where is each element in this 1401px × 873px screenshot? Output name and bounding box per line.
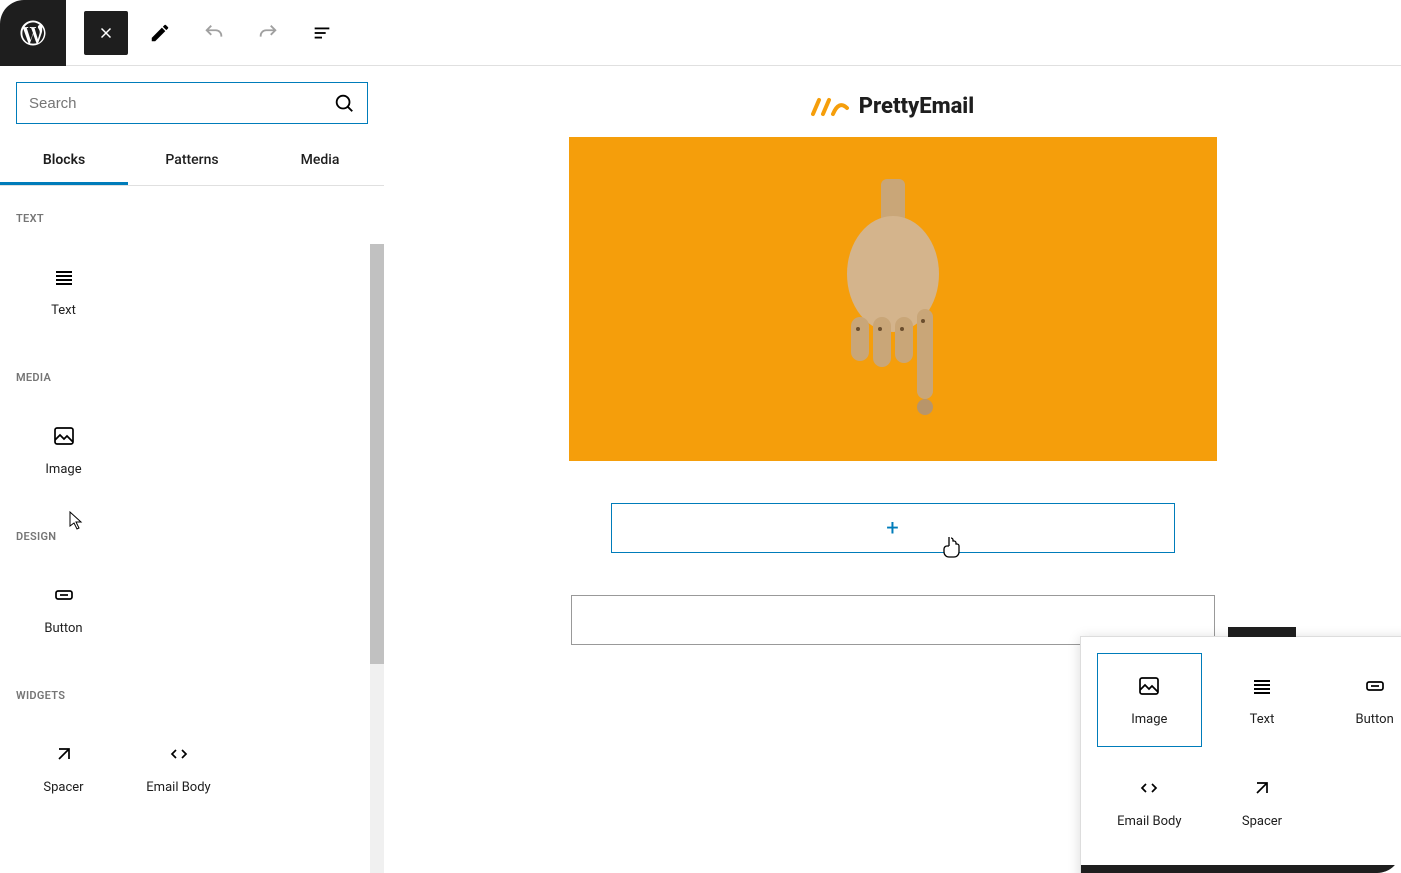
block-inserter-panel: Blocks Patterns Media TEXT Text MEDIA Im… [0, 66, 384, 873]
sidebar-scrollbar[interactable] [370, 244, 384, 873]
quick-block-label: Button [1356, 712, 1394, 727]
wordpress-logo[interactable] [0, 0, 66, 66]
category-design-label: DESIGN [0, 520, 384, 553]
code-icon [167, 742, 191, 766]
top-toolbar [0, 0, 1401, 66]
brand-name: PrettyEmail [859, 94, 974, 119]
category-text-label: TEXT [0, 202, 384, 235]
block-email-body[interactable]: Email Body [121, 718, 236, 818]
close-icon [97, 24, 115, 42]
quick-block-label: Spacer [1242, 814, 1282, 829]
button-icon [52, 583, 76, 607]
category-media-label: MEDIA [0, 361, 384, 394]
redo-icon [257, 22, 279, 44]
editor-canvas: PrettyEmail + [384, 66, 1401, 873]
spacer-icon [52, 742, 76, 766]
pencil-icon [149, 22, 171, 44]
block-label: Image [45, 462, 81, 477]
quick-block-spacer[interactable]: Spacer [1210, 755, 1315, 849]
button-icon [1363, 674, 1387, 698]
close-inserter-button[interactable] [84, 11, 128, 55]
search-field[interactable] [29, 95, 333, 112]
add-block-appender[interactable]: + [611, 503, 1175, 553]
plus-icon: + [886, 516, 898, 541]
block-button[interactable]: Button [6, 559, 121, 659]
redo-button[interactable] [246, 11, 290, 55]
block-image[interactable]: Image [6, 400, 121, 500]
quick-block-image[interactable]: Image [1097, 653, 1202, 747]
quick-block-label: Text [1250, 712, 1275, 727]
paragraph-icon [1250, 674, 1274, 698]
blocks-list: TEXT Text MEDIA Image DESIGN Button [0, 186, 384, 866]
hand-illustration-icon [823, 179, 963, 419]
inserter-tabs: Blocks Patterns Media [0, 140, 384, 186]
block-label: Email Body [146, 780, 210, 795]
browse-all-button[interactable]: Browse all [1081, 865, 1401, 873]
quick-inserter-popover: Image Text Button Email Body Spacer [1080, 636, 1401, 873]
image-icon [1137, 674, 1161, 698]
search-icon [333, 92, 355, 114]
tab-patterns[interactable]: Patterns [128, 140, 256, 185]
document-overview-button[interactable] [300, 11, 344, 55]
search-input[interactable] [16, 82, 368, 124]
brand-mark-icon [811, 96, 851, 118]
undo-button[interactable] [192, 11, 236, 55]
block-text[interactable]: Text [6, 241, 121, 341]
code-icon [1137, 776, 1161, 800]
hero-image-block[interactable] [569, 137, 1217, 461]
quick-block-label: Image [1131, 712, 1167, 727]
quick-block-button[interactable]: Button [1322, 653, 1401, 747]
spacer-icon [1250, 776, 1274, 800]
block-label: Spacer [43, 780, 83, 795]
pointer-cursor-icon [942, 535, 962, 559]
undo-icon [203, 22, 225, 44]
quick-block-email-body[interactable]: Email Body [1097, 755, 1202, 849]
arrow-cursor-icon [69, 511, 85, 531]
block-spacer[interactable]: Spacer [6, 718, 121, 818]
brand-header: PrettyEmail [384, 66, 1401, 137]
quick-block-text[interactable]: Text [1210, 653, 1315, 747]
block-label: Button [44, 621, 82, 636]
tab-blocks[interactable]: Blocks [0, 140, 128, 185]
quick-block-label: Email Body [1117, 814, 1181, 829]
edit-tool-button[interactable] [138, 11, 182, 55]
paragraph-icon [52, 265, 76, 289]
tab-media[interactable]: Media [256, 140, 384, 185]
block-label: Text [51, 303, 76, 318]
image-icon [52, 424, 76, 448]
wordpress-icon [18, 18, 48, 48]
category-widgets-label: WIDGETS [0, 679, 384, 712]
list-icon [311, 22, 333, 44]
scrollbar-thumb[interactable] [370, 244, 384, 664]
popover-nub [1228, 627, 1296, 637]
